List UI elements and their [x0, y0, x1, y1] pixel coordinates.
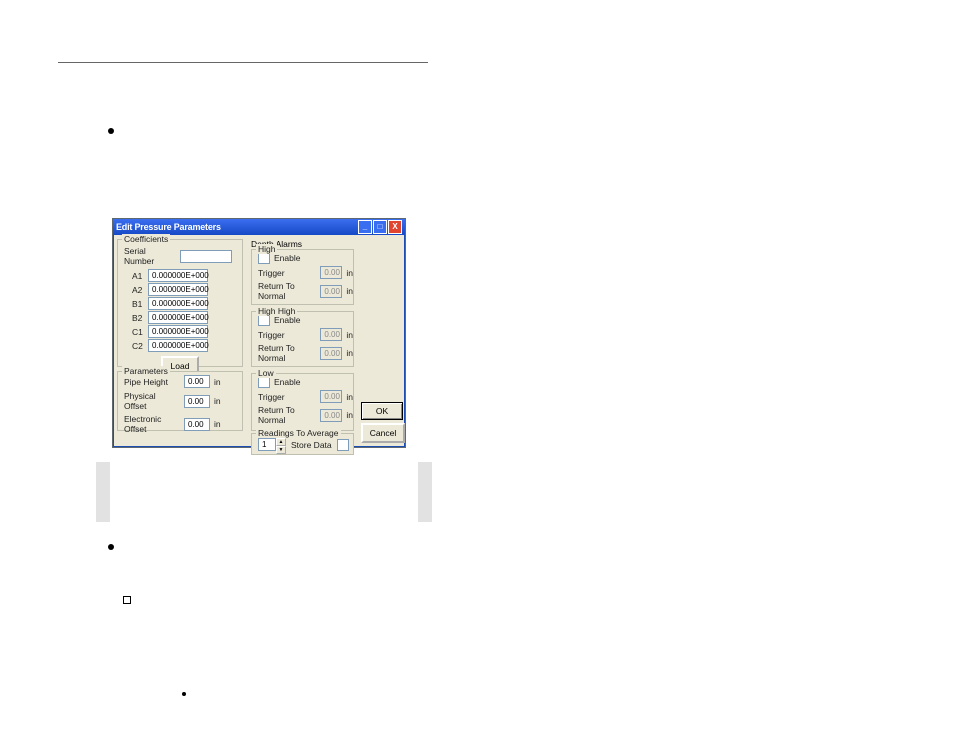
spinner-down-icon[interactable]: ▼ [276, 446, 286, 454]
group-parameters: Parameters Pipe Height 0.00 in Physical … [117, 371, 243, 431]
unit-label: in [346, 410, 353, 420]
square-bullet-icon [123, 596, 131, 604]
group-alarm-high: High Enable Trigger0.00in Return To Norm… [251, 249, 354, 305]
spinner-buttons: ▲ ▼ [276, 438, 286, 451]
readings-value[interactable]: 1 [258, 438, 276, 451]
serial-number-input[interactable] [180, 250, 232, 263]
maximize-button[interactable]: □ [373, 220, 387, 234]
group-readings-to-average: Readings To Average 1 ▲ ▼ Store Data [251, 433, 354, 455]
dot-bullet-icon [182, 692, 186, 696]
group-coefficients: Coefficients Serial Number A10.000000E+0… [117, 239, 243, 367]
physical-offset-label: Physical Offset [124, 391, 180, 411]
coeff-input-b1[interactable]: 0.000000E+000 [148, 297, 208, 310]
group-legend: High High [256, 306, 297, 316]
coeff-input-a2[interactable]: 0.000000E+000 [148, 283, 208, 296]
dialog-client-area: Coefficients Serial Number A1 0.000000E+0… [113, 235, 405, 447]
close-icon: X [392, 223, 397, 231]
high-return-input: 0.00 [320, 285, 342, 298]
close-button[interactable]: X [388, 220, 402, 234]
page: Edit Pressure Parameters _ □ X Coefficie… [0, 0, 954, 738]
unit-label: in [214, 377, 221, 387]
group-legend: Low [256, 368, 276, 378]
physical-offset-input[interactable]: 0.00 [184, 395, 210, 408]
dialog-buttons: OK Cancel [361, 402, 401, 443]
high-trigger-input: 0.00 [320, 266, 342, 279]
store-data-label: Store Data [291, 440, 332, 450]
highhigh-trigger-input: 0.00 [320, 328, 342, 341]
unit-label: in [346, 330, 353, 340]
trigger-label: Trigger [258, 392, 316, 402]
coeff-input-a1[interactable]: 0.000000E+000 [148, 269, 208, 282]
unit-label: in [346, 348, 353, 358]
pipe-height-input[interactable]: 0.00 [184, 375, 210, 388]
return-label: Return To Normal [258, 281, 316, 301]
return-label: Return To Normal [258, 405, 316, 425]
unit-label: in [346, 392, 353, 402]
enable-label: Enable [274, 315, 300, 325]
enable-label: Enable [274, 377, 300, 387]
coeff-label-c1: C1 [132, 327, 144, 337]
electronic-offset-input[interactable]: 0.00 [184, 418, 210, 431]
unit-label: in [214, 419, 221, 429]
minimize-button[interactable]: _ [358, 220, 372, 234]
store-data-checkbox[interactable] [337, 439, 349, 451]
return-label: Return To Normal [258, 343, 316, 363]
unit-label: in [346, 286, 353, 296]
serial-number-label: Serial Number [124, 246, 176, 266]
section-divider [58, 62, 428, 63]
unit-label: in [214, 396, 221, 406]
ok-button[interactable]: OK [361, 402, 403, 420]
group-legend: Coefficients [122, 234, 170, 244]
highhigh-return-input: 0.00 [320, 347, 342, 360]
bullet-icon [108, 128, 114, 134]
cancel-button[interactable]: Cancel [361, 423, 405, 443]
callout-bar [418, 462, 432, 522]
coeff-label-a2: A2 [132, 285, 144, 295]
trigger-label: Trigger [258, 330, 316, 340]
coeff-input-c1[interactable]: 0.000000E+000 [148, 325, 208, 338]
title-bar[interactable]: Edit Pressure Parameters _ □ X [113, 219, 405, 235]
low-return-input: 0.00 [320, 409, 342, 422]
spinner-up-icon[interactable]: ▲ [276, 438, 286, 446]
minimize-icon: _ [363, 223, 367, 231]
window-controls: _ □ X [358, 220, 402, 234]
callout-bar [96, 462, 110, 522]
coeff-label-c2: C2 [132, 341, 144, 351]
dialog-edit-pressure-parameters: Edit Pressure Parameters _ □ X Coefficie… [112, 218, 406, 448]
trigger-label: Trigger [258, 268, 316, 278]
low-trigger-input: 0.00 [320, 390, 342, 403]
coeff-input-c2[interactable]: 0.000000E+000 [148, 339, 208, 352]
pipe-height-label: Pipe Height [124, 377, 180, 387]
coeff-label-a1: A1 [132, 271, 144, 281]
group-legend: Parameters [122, 366, 170, 376]
group-alarm-high-high: High High Enable Trigger0.00in Return To… [251, 311, 354, 367]
coeff-label-b2: B2 [132, 313, 144, 323]
coeff-input-b2[interactable]: 0.000000E+000 [148, 311, 208, 324]
readings-spinner[interactable]: 1 ▲ ▼ [258, 438, 286, 451]
group-legend: High [256, 244, 277, 254]
window-title: Edit Pressure Parameters [116, 222, 221, 232]
group-legend: Readings To Average [256, 428, 341, 438]
electronic-offset-label: Electronic Offset [124, 414, 180, 434]
enable-label: Enable [274, 253, 300, 263]
unit-label: in [346, 268, 353, 278]
maximize-icon: □ [378, 223, 383, 231]
bullet-icon [108, 544, 114, 550]
group-alarm-low: Low Enable Trigger0.00in Return To Norma… [251, 373, 354, 431]
coeff-label-b1: B1 [132, 299, 144, 309]
